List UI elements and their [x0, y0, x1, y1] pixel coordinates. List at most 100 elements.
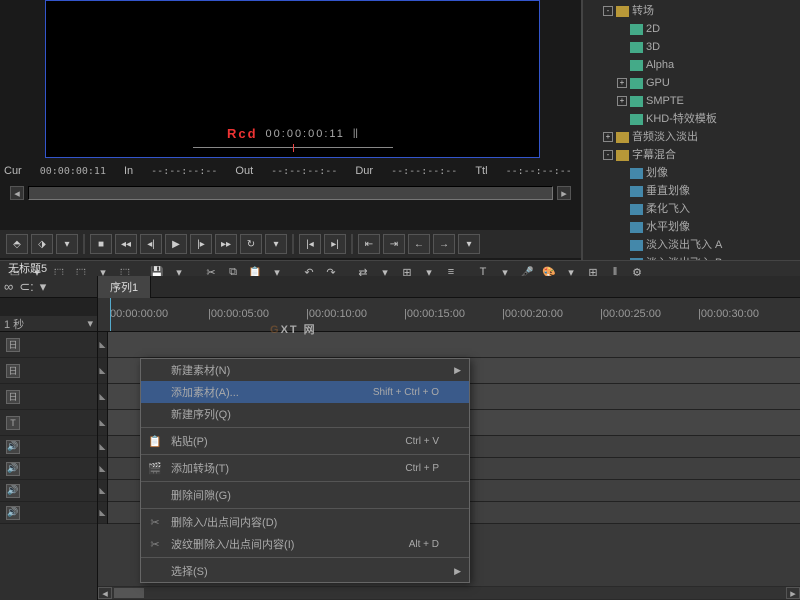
timeline-ruler[interactable]: 00:00:00:00|00:00:05:00|00:00:10:00|00:0…: [98, 298, 800, 332]
stop-button[interactable]: ■: [90, 234, 112, 254]
mark-in-button[interactable]: ⬘: [6, 234, 28, 254]
tree-item[interactable]: 垂直划像: [585, 182, 798, 200]
tree-item[interactable]: - 字幕混合: [585, 146, 798, 164]
tree-item[interactable]: +SMPTE: [585, 92, 798, 110]
ttl-value: --:--:--:--: [506, 166, 572, 177]
fx-icon: [630, 24, 643, 35]
step-back-button[interactable]: ◂|: [140, 234, 162, 254]
ruler-label: |00:00:05:00: [208, 308, 269, 320]
goto-in-button[interactable]: ⇤: [358, 234, 380, 254]
tree-item[interactable]: 水平划像: [585, 218, 798, 236]
menu-item[interactable]: 删除间隙(G): [141, 484, 469, 506]
rewind-button[interactable]: ◂◂: [115, 234, 137, 254]
tree-item[interactable]: -转场: [585, 2, 798, 20]
fast-fwd-button[interactable]: ▸▸: [215, 234, 237, 254]
dropdown-icon[interactable]: ▾: [40, 279, 47, 295]
audio-track-header[interactable]: 🔊: [0, 436, 97, 458]
scroll-thumb[interactable]: [112, 587, 786, 599]
video-track-header[interactable]: 日: [0, 332, 97, 358]
step-fwd-button[interactable]: |▸: [190, 234, 212, 254]
fx-icon: [630, 78, 643, 89]
video-track-header[interactable]: 日: [0, 384, 97, 410]
tree-item-label: 字幕混合: [632, 147, 676, 163]
menu-item[interactable]: 添加素材(A)...Shift + Ctrl + O: [141, 381, 469, 403]
rec-label: Rcd: [227, 126, 258, 141]
dropdown3-icon[interactable]: ▾: [458, 234, 480, 254]
speaker-icon: 🔊: [6, 462, 20, 476]
video-monitor[interactable]: Rcd 00:00:00:11 ||: [45, 0, 540, 158]
effects-panel: -转场2D3DAlpha + GPU+SMPTEKHD-特效模板+音频淡入淡出 - 字幕…: [582, 0, 800, 260]
next-marker-button[interactable]: →: [433, 234, 455, 254]
track-row[interactable]: [98, 332, 800, 358]
tree-item[interactable]: 淡入淡出飞入 A: [585, 236, 798, 254]
speaker-icon: 🔊: [6, 484, 20, 498]
play-button[interactable]: ▶: [165, 234, 187, 254]
tree-item[interactable]: 淡入淡出飞入 B: [585, 254, 798, 260]
tree-item-label: 淡入淡出飞入 A: [646, 237, 722, 253]
menu-item[interactable]: 新建序列(Q): [141, 403, 469, 425]
expand-icon[interactable]: +: [617, 96, 627, 106]
menu-item[interactable]: 🎬添加转场(T)Ctrl + P: [141, 457, 469, 479]
mark-out-button[interactable]: ⬗: [31, 234, 53, 254]
expand-icon[interactable]: -: [603, 150, 613, 160]
context-menu: 新建素材(N)▶添加素材(A)...Shift + Ctrl + O 新建序列(Q…: [140, 358, 470, 583]
prev-marker-button[interactable]: ←: [408, 234, 430, 254]
expand-icon[interactable]: -: [603, 6, 613, 16]
next-edit-button[interactable]: ▸|: [324, 234, 346, 254]
prev-edit-button[interactable]: |◂: [299, 234, 321, 254]
tree-item[interactable]: +音频淡入淡出: [585, 128, 798, 146]
link-icon[interactable]: ∞: [4, 279, 13, 294]
scrub-left-button[interactable]: ◂: [10, 186, 24, 200]
tree-item-label: 水平划像: [646, 219, 690, 235]
menu-separator: [141, 508, 469, 509]
tree-item[interactable]: + GPU: [585, 74, 798, 92]
tree-item[interactable]: Alpha: [585, 56, 798, 74]
menu-icon: ✂: [147, 537, 163, 551]
loop-button[interactable]: ↻: [240, 234, 262, 254]
title-track-header[interactable]: T: [0, 410, 97, 436]
effects-tree: -转场2D3DAlpha + GPU+SMPTEKHD-特效模板+音频淡入淡出 - 字幕…: [583, 0, 800, 260]
menu-shortcut: Ctrl + P: [405, 463, 439, 474]
scrub-track[interactable]: [28, 186, 553, 200]
expand-icon[interactable]: +: [617, 78, 627, 88]
menu-item[interactable]: 新建素材(N)▶: [141, 359, 469, 381]
dropdown-icon[interactable]: ▾: [56, 234, 78, 254]
menu-item[interactable]: 选择(S)▶: [141, 560, 469, 582]
menu-label: 波纹删除入/出点间内容(I): [171, 536, 294, 552]
menu-item[interactable]: 📋粘贴(P)Ctrl + V: [141, 430, 469, 452]
tree-item-label: GPU: [646, 75, 670, 91]
out-label: Out: [235, 165, 253, 177]
dropdown2-icon[interactable]: ▾: [265, 234, 287, 254]
scroll-right-button[interactable]: ▸: [786, 587, 800, 599]
scrub-right-button[interactable]: ▸: [557, 186, 571, 200]
sequence-tab[interactable]: 序列1: [98, 276, 151, 298]
track-icon: T: [6, 416, 20, 430]
tree-item[interactable]: 柔化飞入: [585, 200, 798, 218]
video-track-header[interactable]: 日: [0, 358, 97, 384]
menu-shortcut: Ctrl + V: [405, 436, 439, 447]
expand-icon[interactable]: +: [603, 132, 613, 142]
scrub-bar: ◂ ▸: [10, 184, 571, 202]
audio-track-header[interactable]: 🔊: [0, 502, 97, 524]
tree-item[interactable]: KHD-特效模板: [585, 110, 798, 128]
tree-item[interactable]: 2D: [585, 20, 798, 38]
menu-label: 添加素材(A)...: [171, 384, 239, 400]
audio-track-header[interactable]: 🔊: [0, 458, 97, 480]
tree-item[interactable]: 划像: [585, 164, 798, 182]
menu-label: 新建序列(Q): [171, 406, 231, 422]
menu-item: ✂波纹删除入/出点间内容(I)Alt + D: [141, 533, 469, 555]
tree-item[interactable]: 3D: [585, 38, 798, 56]
magnet-icon[interactable]: ⊂:: [19, 279, 34, 295]
timeline-scale[interactable]: 1 秒▾: [0, 316, 97, 332]
menu-label: 添加转场(T): [171, 460, 229, 476]
audio-track-header[interactable]: 🔊: [0, 480, 97, 502]
menu-icon: 📋: [147, 434, 163, 448]
goto-out-button[interactable]: ⇥: [383, 234, 405, 254]
scroll-left-button[interactable]: ◂: [98, 587, 112, 599]
speaker-icon: 🔊: [6, 506, 20, 520]
ruler-label: |00:00:30:00: [698, 308, 759, 320]
tree-item-label: 柔化飞入: [646, 201, 690, 217]
menu-separator: [141, 557, 469, 558]
menu-label: 选择(S): [171, 563, 208, 579]
playhead[interactable]: [110, 298, 111, 331]
